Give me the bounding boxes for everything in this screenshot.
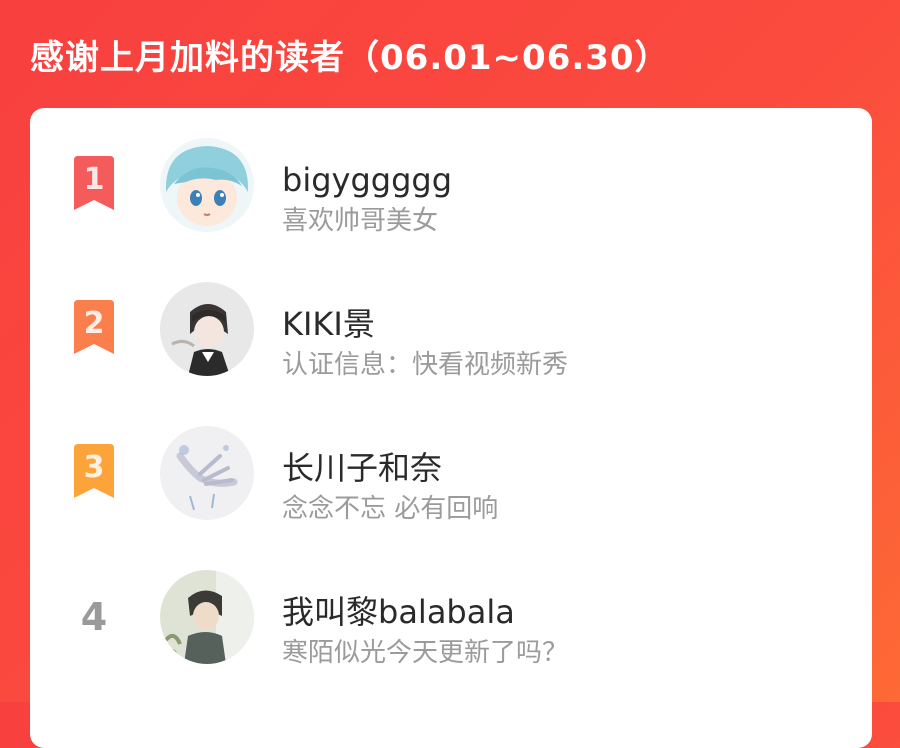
reader-description: 念念不忘 必有回响 — [282, 494, 499, 524]
rank-2-ribbon-icon: 2 — [70, 300, 118, 358]
rank-3-ribbon-icon: 3 — [70, 444, 118, 502]
reader-description: 认证信息：快看视频新秀 — [282, 350, 569, 380]
rank-4-number: 4 — [80, 595, 108, 639]
svg-text:3: 3 — [84, 450, 105, 485]
reader-row-4[interactable]: 4 我叫黎balabala 寒陌似光今天更新了吗？ — [30, 562, 872, 672]
avatar[interactable] — [160, 282, 254, 376]
reader-name[interactable]: 我叫黎balabala — [282, 594, 515, 630]
reader-row-3[interactable]: 3 长川子和奈 念念不忘 必有回响 — [30, 418, 872, 528]
svg-text:2: 2 — [84, 306, 105, 341]
svg-text:1: 1 — [84, 162, 105, 197]
reader-name[interactable]: 长川子和奈 — [282, 450, 442, 486]
reader-row-1[interactable]: 1 bigyggggg 喜欢帅哥美女 — [30, 130, 872, 240]
reader-name[interactable]: bigyggggg — [282, 162, 452, 198]
reader-ranking-card: 1 bigyggggg 喜欢帅哥美女 2 KIKI景 认证信息：快看视频新秀 3… — [30, 108, 872, 748]
reader-description: 喜欢帅哥美女 — [282, 206, 439, 236]
page-title: 感谢上月加料的读者（06.01~06.30） — [30, 38, 670, 78]
reader-name[interactable]: KIKI景 — [282, 306, 375, 342]
avatar[interactable] — [160, 138, 254, 232]
avatar[interactable] — [160, 426, 254, 520]
reader-description: 寒陌似光今天更新了吗？ — [282, 638, 569, 668]
rank-1-ribbon-icon: 1 — [70, 156, 118, 214]
avatar[interactable] — [160, 570, 254, 664]
reader-row-2[interactable]: 2 KIKI景 认证信息：快看视频新秀 — [30, 274, 872, 384]
